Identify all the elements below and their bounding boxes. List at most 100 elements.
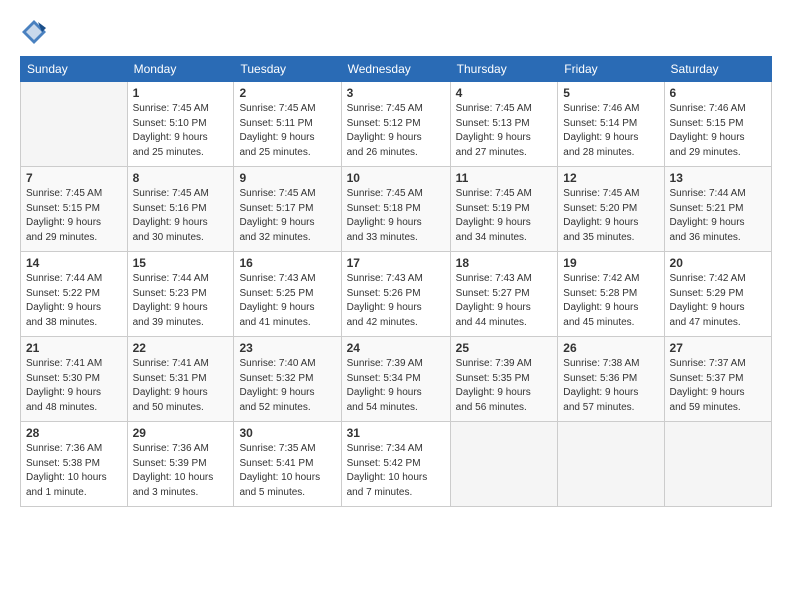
day-info: Sunrise: 7:44 AMSunset: 5:23 PMDaylight:… [133, 272, 229, 330]
calendar-week-row: 7Sunrise: 7:45 AMSunset: 5:15 PMDaylight… [21, 167, 772, 252]
calendar-day-cell: 23 Sunrise: 7:40 AMSunset: 5:32 PMDayligh… [234, 337, 341, 422]
day-number: 12 [563, 171, 658, 185]
day-number: 22 [133, 341, 229, 355]
day-info: Sunrise: 7:42 AMSunset: 5:28 PMDaylight:… [563, 272, 658, 330]
calendar-day-cell: 16 Sunrise: 7:43 AMSunset: 5:25 PMDayligh… [234, 252, 341, 337]
calendar-day-cell [558, 422, 664, 507]
calendar-day-cell: 22 Sunrise: 7:41 AMSunset: 5:31 PMDayligh… [127, 337, 234, 422]
calendar-day-cell: 30Sunrise: 7:35 AMSunset: 5:41 PMDayligh… [234, 422, 341, 507]
day-number: 3 [347, 86, 445, 100]
calendar-day-cell: 28 Sunrise: 7:36 AMSunset: 5:38 PMDayligh… [21, 422, 128, 507]
day-number: 13 [670, 171, 766, 185]
col-wednesday: Wednesday [341, 57, 450, 82]
day-number: 18 [456, 256, 553, 270]
calendar-day-cell: 24 Sunrise: 7:39 AMSunset: 5:34 PMDayligh… [341, 337, 450, 422]
calendar-day-cell: 12 Sunrise: 7:45 AMSunset: 5:20 PMDayligh… [558, 167, 664, 252]
day-info: Sunrise: 7:45 AMSunset: 5:11 PMDaylight:… [239, 102, 335, 160]
day-number: 16 [239, 256, 335, 270]
calendar-header-row: Sunday Monday Tuesday Wednesday Thursday… [21, 57, 772, 82]
day-info: Sunrise: 7:45 AMSunset: 5:20 PMDaylight:… [563, 187, 658, 245]
day-info: Sunrise: 7:41 AMSunset: 5:30 PMDaylight:… [26, 357, 122, 415]
calendar-week-row: 14 Sunrise: 7:44 AMSunset: 5:22 PMDayligh… [21, 252, 772, 337]
calendar-day-cell: 2 Sunrise: 7:45 AMSunset: 5:11 PMDaylight… [234, 82, 341, 167]
calendar-day-cell: 18 Sunrise: 7:43 AMSunset: 5:27 PMDayligh… [450, 252, 558, 337]
day-info: Sunrise: 7:36 AMSunset: 5:39 PMDaylight:… [133, 442, 229, 500]
calendar-day-cell [21, 82, 128, 167]
calendar-day-cell: 7Sunrise: 7:45 AMSunset: 5:15 PMDaylight… [21, 167, 128, 252]
day-number: 19 [563, 256, 658, 270]
calendar-day-cell [664, 422, 771, 507]
day-number: 26 [563, 341, 658, 355]
calendar-day-cell: 25Sunrise: 7:39 AMSunset: 5:35 PMDayligh… [450, 337, 558, 422]
col-saturday: Saturday [664, 57, 771, 82]
day-number: 15 [133, 256, 229, 270]
col-sunday: Sunday [21, 57, 128, 82]
calendar-day-cell: 8 Sunrise: 7:45 AMSunset: 5:16 PMDaylight… [127, 167, 234, 252]
day-number: 24 [347, 341, 445, 355]
day-info: Sunrise: 7:45 AMSunset: 5:13 PMDaylight:… [456, 102, 553, 160]
day-info: Sunrise: 7:40 AMSunset: 5:32 PMDaylight:… [239, 357, 335, 415]
day-info: Sunrise: 7:45 AMSunset: 5:12 PMDaylight:… [347, 102, 445, 160]
col-monday: Monday [127, 57, 234, 82]
logo [20, 18, 52, 46]
day-info: Sunrise: 7:45 AMSunset: 5:17 PMDaylight:… [239, 187, 335, 245]
calendar-day-cell: 11Sunrise: 7:45 AMSunset: 5:19 PMDayligh… [450, 167, 558, 252]
day-number: 20 [670, 256, 766, 270]
day-number: 28 [26, 426, 122, 440]
day-info: Sunrise: 7:44 AMSunset: 5:21 PMDaylight:… [670, 187, 766, 245]
day-info: Sunrise: 7:43 AMSunset: 5:27 PMDaylight:… [456, 272, 553, 330]
calendar-day-cell: 17 Sunrise: 7:43 AMSunset: 5:26 PMDayligh… [341, 252, 450, 337]
day-info: Sunrise: 7:35 AMSunset: 5:41 PMDaylight:… [239, 442, 335, 500]
calendar-day-cell: 27 Sunrise: 7:37 AMSunset: 5:37 PMDayligh… [664, 337, 771, 422]
day-number: 10 [347, 171, 445, 185]
day-info: Sunrise: 7:41 AMSunset: 5:31 PMDaylight:… [133, 357, 229, 415]
day-info: Sunrise: 7:44 AMSunset: 5:22 PMDaylight:… [26, 272, 122, 330]
calendar-day-cell: 4 Sunrise: 7:45 AMSunset: 5:13 PMDaylight… [450, 82, 558, 167]
day-number: 14 [26, 256, 122, 270]
day-number: 6 [670, 86, 766, 100]
day-info: Sunrise: 7:45 AMSunset: 5:10 PMDaylight:… [133, 102, 229, 160]
calendar-day-cell: 10Sunrise: 7:45 AMSunset: 5:18 PMDayligh… [341, 167, 450, 252]
calendar-day-cell: 13 Sunrise: 7:44 AMSunset: 5:21 PMDayligh… [664, 167, 771, 252]
day-info: Sunrise: 7:43 AMSunset: 5:25 PMDaylight:… [239, 272, 335, 330]
day-info: Sunrise: 7:34 AMSunset: 5:42 PMDaylight:… [347, 442, 445, 500]
day-info: Sunrise: 7:37 AMSunset: 5:37 PMDaylight:… [670, 357, 766, 415]
day-info: Sunrise: 7:39 AMSunset: 5:34 PMDaylight:… [347, 357, 445, 415]
day-number: 4 [456, 86, 553, 100]
day-info: Sunrise: 7:45 AMSunset: 5:19 PMDaylight:… [456, 187, 553, 245]
calendar-table: Sunday Monday Tuesday Wednesday Thursday… [20, 56, 772, 507]
calendar-day-cell: 15 Sunrise: 7:44 AMSunset: 5:23 PMDayligh… [127, 252, 234, 337]
day-info: Sunrise: 7:43 AMSunset: 5:26 PMDaylight:… [347, 272, 445, 330]
calendar-day-cell: 26 Sunrise: 7:38 AMSunset: 5:36 PMDayligh… [558, 337, 664, 422]
day-info: Sunrise: 7:39 AMSunset: 5:35 PMDaylight:… [456, 357, 553, 415]
calendar-day-cell: 6 Sunrise: 7:46 AMSunset: 5:15 PMDaylight… [664, 82, 771, 167]
day-number: 1 [133, 86, 229, 100]
day-number: 17 [347, 256, 445, 270]
col-thursday: Thursday [450, 57, 558, 82]
calendar-day-cell: 1 Sunrise: 7:45 AMSunset: 5:10 PMDaylight… [127, 82, 234, 167]
day-number: 27 [670, 341, 766, 355]
calendar-day-cell: 19 Sunrise: 7:42 AMSunset: 5:28 PMDayligh… [558, 252, 664, 337]
day-info: Sunrise: 7:45 AMSunset: 5:15 PMDaylight:… [26, 187, 122, 245]
day-info: Sunrise: 7:45 AMSunset: 5:16 PMDaylight:… [133, 187, 229, 245]
day-info: Sunrise: 7:46 AMSunset: 5:15 PMDaylight:… [670, 102, 766, 160]
day-number: 21 [26, 341, 122, 355]
page-header [20, 18, 772, 46]
day-info: Sunrise: 7:36 AMSunset: 5:38 PMDaylight:… [26, 442, 122, 500]
day-number: 8 [133, 171, 229, 185]
calendar-week-row: 1 Sunrise: 7:45 AMSunset: 5:10 PMDaylight… [21, 82, 772, 167]
day-number: 2 [239, 86, 335, 100]
calendar-day-cell: 9 Sunrise: 7:45 AMSunset: 5:17 PMDaylight… [234, 167, 341, 252]
day-number: 29 [133, 426, 229, 440]
calendar-day-cell: 31Sunrise: 7:34 AMSunset: 5:42 PMDayligh… [341, 422, 450, 507]
calendar-week-row: 28 Sunrise: 7:36 AMSunset: 5:38 PMDayligh… [21, 422, 772, 507]
day-info: Sunrise: 7:42 AMSunset: 5:29 PMDaylight:… [670, 272, 766, 330]
day-info: Sunrise: 7:38 AMSunset: 5:36 PMDaylight:… [563, 357, 658, 415]
logo-icon [20, 18, 48, 46]
day-number: 23 [239, 341, 335, 355]
calendar-day-cell: 29 Sunrise: 7:36 AMSunset: 5:39 PMDayligh… [127, 422, 234, 507]
day-info: Sunrise: 7:46 AMSunset: 5:14 PMDaylight:… [563, 102, 658, 160]
calendar-day-cell: 21 Sunrise: 7:41 AMSunset: 5:30 PMDayligh… [21, 337, 128, 422]
calendar-day-cell: 20 Sunrise: 7:42 AMSunset: 5:29 PMDayligh… [664, 252, 771, 337]
day-number: 9 [239, 171, 335, 185]
